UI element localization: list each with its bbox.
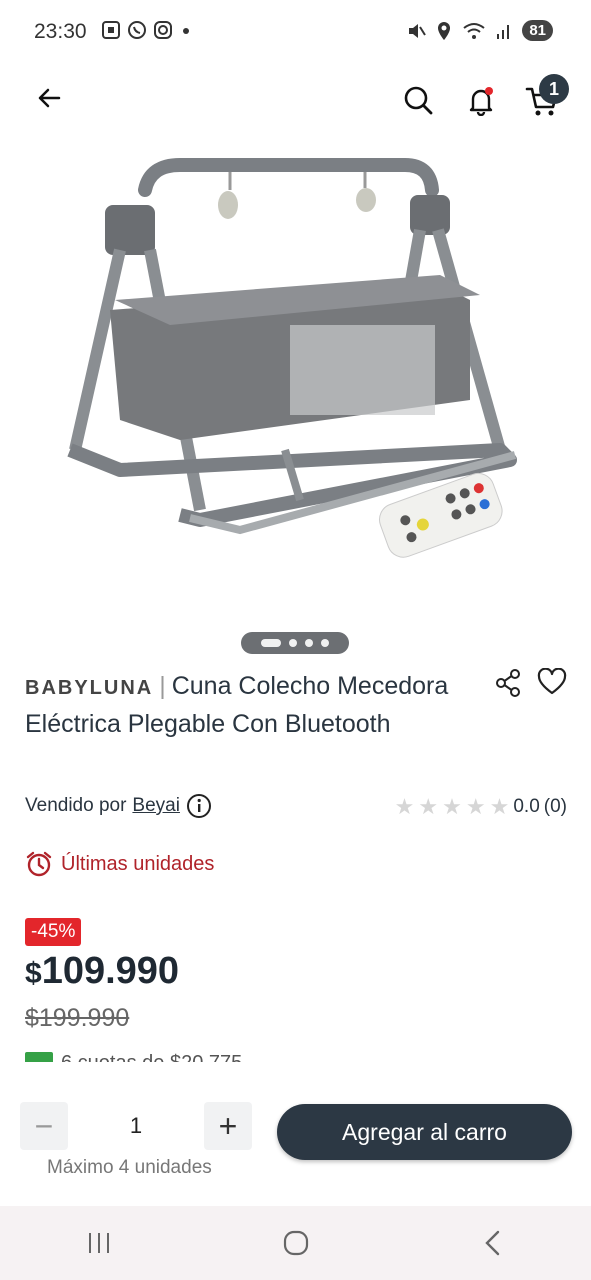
gallery-dot-active[interactable] bbox=[261, 639, 281, 647]
back-button[interactable] bbox=[27, 76, 71, 120]
price-currency: $ bbox=[25, 957, 42, 990]
product-title-block: BABYLUNA | Cuna Colecho Mecedora Eléctrica… bbox=[25, 668, 485, 742]
instagram-icon bbox=[154, 21, 172, 39]
wifi-icon bbox=[463, 22, 485, 39]
stock-alert: Últimas unidades bbox=[25, 850, 214, 878]
add-to-cart-button[interactable]: Agregar al carro bbox=[277, 1104, 572, 1160]
star-icon: ★ bbox=[394, 794, 415, 819]
signal-icon bbox=[497, 24, 510, 39]
rating-count: (0) bbox=[543, 796, 567, 817]
cart-count-badge: 1 bbox=[539, 74, 569, 104]
search-button[interactable] bbox=[396, 78, 440, 122]
seller-link[interactable]: Beyai bbox=[132, 795, 180, 817]
increase-quantity-button[interactable]: + bbox=[204, 1102, 252, 1150]
status-right-icons: 81 bbox=[406, 20, 553, 41]
bassinet-image bbox=[67, 158, 517, 558]
brand-separator: | bbox=[159, 672, 166, 700]
decrease-quantity-button[interactable]: − bbox=[20, 1102, 68, 1150]
mute-icon bbox=[409, 23, 427, 38]
location-icon bbox=[438, 21, 451, 40]
brand-name[interactable]: BABYLUNA bbox=[25, 677, 153, 699]
dot-icon bbox=[183, 28, 189, 34]
star-icon: ★ bbox=[442, 794, 462, 819]
gallery-dot[interactable] bbox=[321, 639, 329, 647]
star-icon: ★ bbox=[418, 794, 439, 819]
quantity-value[interactable]: 1 bbox=[68, 1113, 204, 1139]
alarm-clock-icon bbox=[26, 851, 52, 877]
quantity-stepper: − 1 + bbox=[20, 1100, 252, 1152]
current-price: $109.990 bbox=[25, 950, 179, 993]
status-left-icons bbox=[101, 20, 193, 40]
gallery-pagination[interactable] bbox=[241, 632, 349, 654]
heart-icon bbox=[537, 667, 567, 695]
favorite-button[interactable] bbox=[537, 667, 567, 701]
share-icon bbox=[496, 669, 520, 697]
max-units-note: Máximo 4 unidades bbox=[47, 1157, 212, 1178]
price-value: 109.990 bbox=[41, 950, 180, 992]
status-bar: 23:30 81 bbox=[0, 0, 591, 64]
home-icon[interactable] bbox=[281, 1228, 311, 1258]
back-nav-icon[interactable] bbox=[478, 1228, 508, 1258]
original-price: $199.990 bbox=[25, 1004, 130, 1032]
discount-badge: -45% bbox=[25, 918, 82, 946]
bell-icon bbox=[469, 87, 493, 116]
battery-indicator: 81 bbox=[522, 20, 553, 41]
app-bar bbox=[0, 64, 591, 140]
status-time: 23:30 bbox=[34, 20, 87, 43]
info-icon[interactable] bbox=[186, 793, 212, 819]
rating[interactable]: ★ ★ ★ ★ ★ 0.0 (0) bbox=[395, 794, 567, 820]
share-button[interactable] bbox=[494, 668, 522, 703]
system-nav-bar bbox=[0, 1206, 591, 1280]
seller-prefix: Vendido por bbox=[25, 795, 127, 816]
gallery-dot[interactable] bbox=[305, 639, 313, 647]
star-icon: ★ bbox=[489, 794, 510, 819]
screenshot-icon bbox=[102, 21, 120, 39]
seller-info: Vendido por Beyai bbox=[25, 793, 212, 819]
arrow-left-icon bbox=[38, 88, 61, 108]
whatsapp-icon bbox=[128, 21, 146, 39]
notifications-button[interactable] bbox=[459, 78, 503, 122]
search-icon bbox=[404, 86, 433, 115]
recent-apps-icon[interactable] bbox=[84, 1228, 114, 1258]
gallery-dot[interactable] bbox=[289, 639, 297, 647]
product-image[interactable] bbox=[60, 150, 540, 600]
stock-alert-text: Últimas unidades bbox=[61, 852, 215, 875]
rating-value: 0.0 bbox=[513, 796, 540, 817]
star-icon: ★ bbox=[465, 794, 486, 819]
